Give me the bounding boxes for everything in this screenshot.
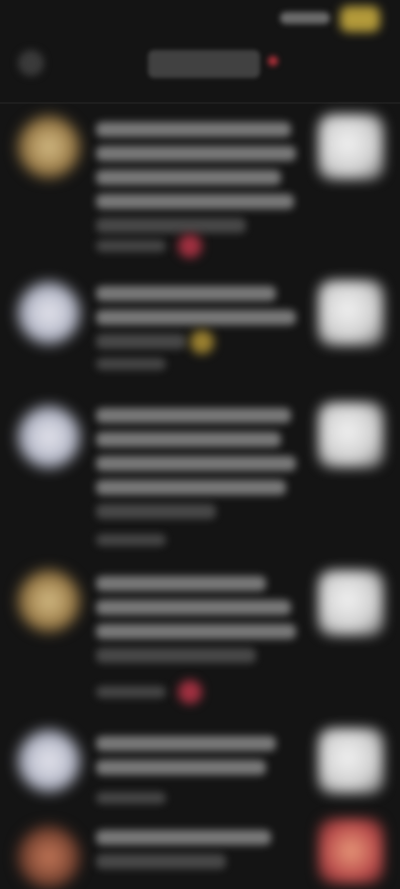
reaction-icon[interactable]	[178, 680, 202, 704]
thumbnail[interactable]	[318, 114, 384, 180]
list-item[interactable]	[0, 720, 400, 820]
timestamp	[96, 686, 166, 698]
list-item[interactable]	[0, 812, 400, 889]
battery-icon	[340, 6, 380, 32]
item-meta	[96, 790, 246, 808]
text-line	[96, 408, 291, 423]
timestamp	[96, 358, 166, 370]
thumbnail[interactable]	[318, 818, 384, 884]
text-line	[96, 170, 281, 185]
reaction-icon[interactable]	[190, 330, 214, 354]
timestamp	[96, 792, 166, 804]
thumbnail[interactable]	[318, 402, 384, 468]
text-line	[96, 624, 296, 639]
list-item[interactable]	[0, 270, 400, 390]
text-line	[96, 830, 271, 845]
text-line	[96, 122, 291, 137]
notification-dot-icon	[268, 56, 278, 66]
reaction-icon[interactable]	[178, 234, 202, 258]
thumbnail[interactable]	[318, 570, 384, 636]
timestamp	[96, 240, 166, 252]
text-line	[96, 456, 296, 471]
status-time	[26, 10, 78, 26]
text-line	[96, 286, 276, 301]
list-item[interactable]	[0, 100, 400, 270]
avatar[interactable]	[18, 282, 80, 344]
avatar[interactable]	[18, 826, 80, 888]
back-icon[interactable]	[18, 50, 44, 76]
item-meta	[96, 234, 246, 258]
text-line	[96, 736, 276, 751]
text-line	[96, 218, 246, 233]
text-line	[96, 760, 266, 775]
status-bar	[0, 0, 400, 36]
list-item[interactable]	[0, 390, 400, 560]
text-line	[96, 310, 296, 325]
avatar[interactable]	[18, 570, 80, 632]
item-text	[96, 122, 301, 242]
item-meta	[96, 532, 246, 550]
item-text	[96, 736, 301, 784]
text-line	[96, 504, 216, 519]
text-line	[96, 194, 294, 209]
list-item[interactable]	[0, 560, 400, 720]
text-line	[96, 146, 296, 161]
item-text	[96, 830, 301, 878]
timestamp	[96, 534, 166, 546]
text-line	[96, 576, 266, 591]
thumbnail[interactable]	[318, 280, 384, 346]
text-line	[96, 854, 226, 869]
text-line	[96, 480, 286, 495]
text-line	[96, 600, 291, 615]
text-line	[96, 334, 186, 349]
page-title	[148, 50, 260, 78]
item-meta	[96, 680, 246, 704]
item-text	[96, 408, 301, 528]
header	[0, 36, 400, 104]
text-line	[96, 648, 256, 663]
notification-feed[interactable]	[0, 100, 400, 889]
avatar[interactable]	[18, 730, 80, 792]
avatar[interactable]	[18, 116, 80, 178]
signal-icon	[280, 12, 330, 24]
thumbnail[interactable]	[318, 728, 384, 794]
item-text	[96, 576, 301, 672]
avatar[interactable]	[18, 406, 80, 468]
text-line	[96, 432, 281, 447]
item-meta	[96, 330, 246, 374]
